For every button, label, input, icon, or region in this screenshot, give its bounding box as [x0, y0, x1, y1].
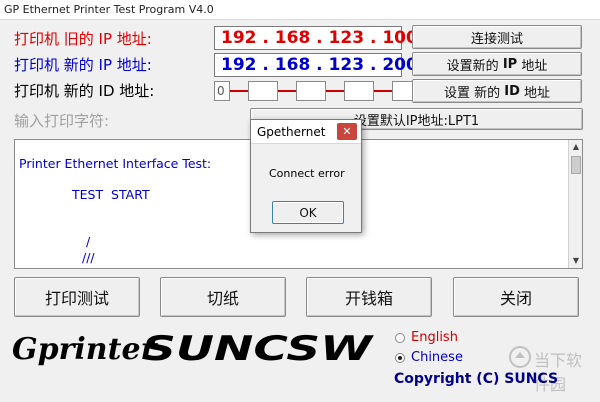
new-id-label: 打印机 新的 ID 地址:: [14, 82, 155, 100]
dialog-message: Connect error: [269, 167, 345, 180]
svg-text:Gprinter: Gprinter: [12, 332, 159, 367]
radio-english[interactable]: English: [395, 330, 458, 345]
set-new-id-text-post: 地址: [524, 85, 551, 101]
new-id-input-group: 0: [214, 80, 422, 102]
dialog-titlebar: Gpethernet ✕: [251, 120, 361, 144]
set-new-id-button[interactable]: 设置 新的 ID 地址: [412, 79, 582, 103]
radio-english-indicator[interactable]: [395, 332, 405, 343]
set-new-id-text-pre: 设置 新的: [443, 85, 501, 101]
id-separator: [230, 90, 248, 92]
dialog-body: Connect error OK: [252, 145, 360, 232]
dialog-ok-button[interactable]: OK: [272, 201, 344, 224]
copyright-text: Copyright (C) SUNCS: [394, 371, 559, 387]
set-new-ip-text-bold: IP: [502, 56, 518, 72]
radio-chinese-label: Chinese: [411, 350, 463, 365]
new-ip-label: 打印机 新的 IP 地址:: [14, 56, 152, 74]
radio-chinese[interactable]: Chinese: [395, 350, 463, 365]
scrollbar-thumb[interactable]: [571, 156, 581, 174]
id-segment-1[interactable]: 0: [214, 81, 230, 101]
input-print-chars-label: 输入打印字符:: [14, 112, 110, 130]
open-drawer-button[interactable]: 开钱箱: [306, 277, 432, 317]
connect-test-button[interactable]: 连接测试: [412, 25, 582, 49]
id-segment-2[interactable]: [248, 81, 278, 101]
output-line: Printer Ethernet Interface Test:: [19, 156, 212, 171]
radio-chinese-indicator[interactable]: [395, 352, 405, 363]
old-ip-label: 打印机 旧的 IP 地址:: [14, 30, 152, 48]
set-new-id-text-bold: ID: [504, 83, 520, 99]
logo-graphic: Gprinter SUNCSW: [12, 329, 374, 369]
old-ip-input[interactable]: 192 . 168 . 123 . 100: [214, 26, 418, 50]
watermark-logo-icon: [509, 346, 531, 368]
vertical-scrollbar[interactable]: ▲ ▼: [568, 140, 582, 268]
id-separator: [278, 90, 296, 92]
print-test-button[interactable]: 打印测试: [14, 277, 140, 317]
dialog-title: Gpethernet: [257, 125, 326, 139]
gprinter-suncsw-logo: Gprinter SUNCSW: [10, 328, 376, 369]
id-separator: [374, 90, 392, 92]
set-new-ip-text-pre: 设置新的: [446, 58, 499, 74]
close-icon[interactable]: ✕: [337, 123, 357, 140]
id-segment-3[interactable]: [296, 81, 326, 101]
id-segment-4[interactable]: [344, 81, 374, 101]
window-title: GP Ethernet Printer Test Program V4.0: [0, 0, 600, 20]
output-line: /: [86, 234, 91, 249]
id-separator: [326, 90, 344, 92]
set-new-ip-button[interactable]: 设置新的 IP 地址: [412, 52, 582, 76]
output-line: ///: [82, 250, 95, 265]
output-line: TEST START: [72, 187, 150, 202]
svg-text:SUNCSW: SUNCSW: [142, 329, 374, 368]
error-dialog: Gpethernet ✕ Connect error OK: [250, 119, 362, 233]
cut-paper-button[interactable]: 切纸: [160, 277, 286, 317]
set-new-ip-text-post: 地址: [521, 58, 548, 74]
close-button[interactable]: 关闭: [453, 277, 579, 317]
chevron-down-icon[interactable]: ▼: [569, 254, 583, 268]
watermark: 当下软件园: [508, 343, 596, 394]
new-ip-input[interactable]: 192 . 168 . 123 . 200: [214, 53, 418, 77]
radio-english-label: English: [411, 330, 458, 345]
chevron-up-icon[interactable]: ▲: [569, 140, 583, 154]
